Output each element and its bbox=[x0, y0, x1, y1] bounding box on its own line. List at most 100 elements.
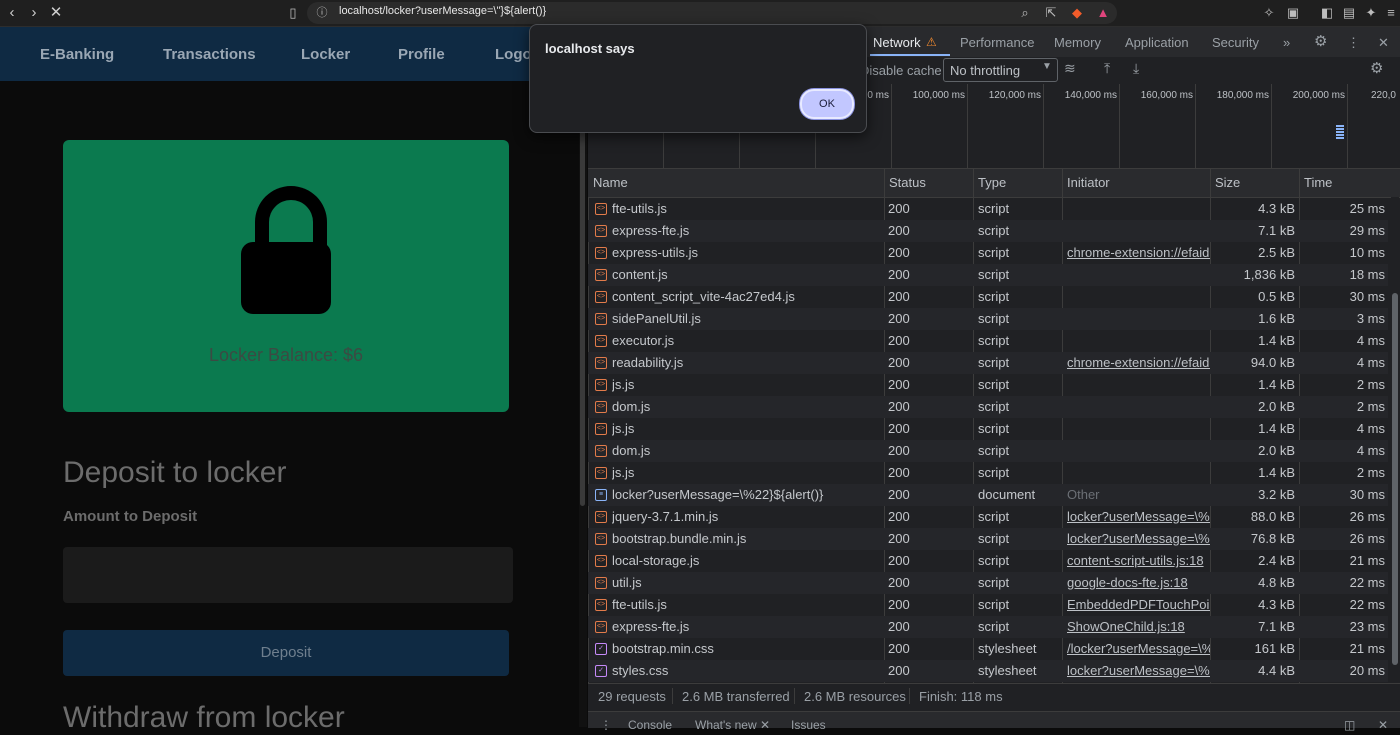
request-initiator[interactable]: ShowOneChild.js:18 bbox=[1067, 619, 1210, 634]
request-initiator[interactable]: google-docs-fte.js:18 bbox=[1067, 575, 1210, 590]
request-row[interactable]: ✓ bootstrap.min.css 200 stylesheet/locker?u… bbox=[588, 638, 1388, 660]
request-row[interactable]: <> js.js 200 script 1.4 kB 2 ms bbox=[588, 374, 1388, 396]
zoom-icon[interactable]: ⌕ bbox=[1016, 4, 1034, 22]
sidebar-icon[interactable]: ◧ bbox=[1318, 4, 1336, 22]
request-initiator[interactable]: content-script-utils.js:18 bbox=[1067, 553, 1210, 568]
share-icon[interactable]: ⇱ bbox=[1042, 4, 1060, 22]
request-row[interactable]: <> bootstrap.bundle.min.js 200 script locker… bbox=[588, 528, 1388, 550]
drawer-menu-icon[interactable]: ⋮ bbox=[600, 718, 612, 732]
back-button[interactable]: ‹ bbox=[2, 3, 22, 23]
deposit-button[interactable]: Deposit bbox=[63, 630, 509, 676]
request-row[interactable]: <> fte-utils.js 200 script 4.3 kB 25 ms bbox=[588, 198, 1388, 220]
request-size: 161 kB bbox=[1254, 641, 1295, 656]
request-row[interactable]: <> fte-utils.js 200 script EmbeddedPDFTouchP… bbox=[588, 594, 1388, 616]
site-info-icon[interactable]: ⓘ bbox=[313, 4, 331, 22]
bookmark-icon[interactable]: ▯ bbox=[284, 4, 302, 22]
script-file-icon: <> bbox=[595, 621, 607, 633]
network-conditions-icon[interactable]: ≋ bbox=[1064, 60, 1076, 77]
column-header-initiator[interactable]: Initiator bbox=[1067, 175, 1110, 190]
stylesheet-icon: ✓ bbox=[595, 643, 607, 655]
request-initiator[interactable]: /locker?userMessage=\%2 bbox=[1067, 641, 1210, 656]
page-scroll-thumb[interactable] bbox=[580, 81, 585, 506]
column-header-type[interactable]: Type bbox=[978, 175, 1006, 190]
request-row[interactable]: <> local-storage.js 200 script content-scrip… bbox=[588, 550, 1388, 572]
request-row[interactable]: <> util.js 200 script google-docs-fte.js:18 4… bbox=[588, 572, 1388, 594]
kebab-menu-icon[interactable]: ⋮ bbox=[1347, 35, 1360, 51]
forward-button[interactable]: › bbox=[24, 3, 44, 23]
timeline-gridline bbox=[891, 84, 892, 168]
disable-cache-label[interactable]: Disable cache bbox=[860, 63, 942, 78]
dock-drawer-icon[interactable]: ◫ bbox=[1344, 718, 1355, 732]
nav-link-e-banking[interactable]: E-Banking bbox=[40, 46, 114, 63]
tab-application[interactable]: Application bbox=[1125, 35, 1189, 50]
request-row[interactable]: <> jquery-3.7.1.min.js 200 script locker?use… bbox=[588, 506, 1388, 528]
request-row[interactable]: <> dom.js 200 script 2.0 kB 4 ms bbox=[588, 440, 1388, 462]
request-initiator[interactable]: locker?userMessage=\%22 bbox=[1067, 663, 1210, 678]
leo-ai-icon[interactable]: ✦ bbox=[1362, 4, 1380, 22]
request-row[interactable]: <> express-utils.js 200 script chrome-extens… bbox=[588, 242, 1388, 264]
request-row[interactable]: <> dom.js 200 script 2.0 kB 2 ms bbox=[588, 396, 1388, 418]
nav-link-profile[interactable]: Profile bbox=[398, 46, 445, 63]
close-drawer-icon[interactable]: ✕ bbox=[1378, 718, 1388, 732]
brave-shields-icon[interactable]: ◆ bbox=[1068, 4, 1086, 22]
request-time: 4 ms bbox=[1356, 421, 1385, 436]
more-tabs-icon[interactable]: » bbox=[1283, 35, 1290, 50]
request-row[interactable]: <> content_script_vite-4ac27ed4.js 200 scri… bbox=[588, 286, 1388, 308]
request-row[interactable]: <> express-fte.js 200 script 7.1 kB 29 ms bbox=[588, 220, 1388, 242]
request-status: 200 bbox=[888, 311, 910, 326]
request-row[interactable]: <> executor.js 200 script 1.4 kB 4 ms bbox=[588, 330, 1388, 352]
column-header-size[interactable]: Size bbox=[1215, 175, 1240, 190]
request-initiator[interactable]: EmbeddedPDFTouchPoint bbox=[1067, 597, 1210, 612]
timeline-gridline bbox=[1271, 84, 1272, 168]
timeline-gridline bbox=[1195, 84, 1196, 168]
request-row[interactable]: <> sidePanelUtil.js 200 script 1.6 kB 3 ms bbox=[588, 308, 1388, 330]
drawer-tab-issues[interactable]: Issues bbox=[791, 718, 826, 732]
extensions-icon[interactable]: ✧ bbox=[1260, 4, 1278, 22]
requests-scroll-thumb[interactable] bbox=[1392, 293, 1398, 665]
request-row[interactable]: <> js.js 200 script 1.4 kB 4 ms bbox=[588, 418, 1388, 440]
request-type: script bbox=[978, 553, 1010, 568]
request-size: 4.8 kB bbox=[1258, 575, 1295, 590]
export-har-icon[interactable]: ⤓ bbox=[1133, 60, 1139, 77]
script-file-icon: <> bbox=[595, 511, 607, 523]
column-header-name[interactable]: Name bbox=[593, 175, 628, 190]
wallet-icon[interactable]: ▤ bbox=[1340, 4, 1358, 22]
request-type: script bbox=[978, 619, 1010, 634]
request-row[interactable]: ≡ locker?userMessage=\%22}${alert()} 200 do… bbox=[588, 484, 1388, 506]
tab-performance[interactable]: Performance bbox=[960, 35, 1034, 50]
request-initiator[interactable]: locker?userMessage=\%22 bbox=[1067, 531, 1210, 546]
settings-gear-icon[interactable]: ⚙ bbox=[1314, 32, 1327, 50]
nav-link-logout[interactable]: Logo bbox=[495, 46, 532, 63]
request-type: stylesheet bbox=[978, 641, 1037, 656]
reading-list-icon[interactable]: ▣ bbox=[1284, 4, 1302, 22]
import-har-icon[interactable]: ⤒ bbox=[1104, 60, 1110, 77]
request-initiator[interactable]: locker?userMessage=\%22 bbox=[1067, 509, 1210, 524]
column-header-time[interactable]: Time bbox=[1304, 175, 1332, 190]
tab-network[interactable]: Network bbox=[873, 35, 921, 50]
request-row[interactable]: <> readability.js 200 script chrome-extensio… bbox=[588, 352, 1388, 374]
request-name: readability.js bbox=[612, 355, 684, 370]
brave-rewards-icon[interactable]: ▲ bbox=[1094, 4, 1112, 22]
menu-icon[interactable]: ≡ bbox=[1382, 4, 1400, 22]
request-initiator[interactable]: chrome-extension://efaidn bbox=[1067, 245, 1210, 260]
alert-ok-button[interactable]: OK bbox=[800, 89, 854, 119]
request-row[interactable]: ✓ styles.css 200 stylesheet locker?userMessa… bbox=[588, 660, 1388, 682]
status-divider bbox=[672, 688, 673, 704]
column-header-status[interactable]: Status bbox=[889, 175, 926, 190]
request-status: 200 bbox=[888, 245, 910, 260]
nav-link-transactions[interactable]: Transactions bbox=[163, 46, 256, 63]
request-row[interactable]: <> express-fte.js 200 script ShowOneChild.js… bbox=[588, 616, 1388, 638]
nav-link-locker[interactable]: Locker bbox=[301, 46, 350, 63]
network-settings-gear-icon[interactable]: ⚙ bbox=[1370, 59, 1383, 77]
stop-loading-button[interactable]: ✕ bbox=[46, 3, 66, 23]
request-size: 1,836 kB bbox=[1243, 267, 1295, 282]
tab-security[interactable]: Security bbox=[1212, 35, 1259, 50]
amount-input[interactable] bbox=[63, 547, 513, 603]
close-devtools-icon[interactable]: ✕ bbox=[1378, 35, 1389, 51]
drawer-tab-console[interactable]: Console bbox=[628, 718, 672, 732]
drawer-tab-whats-new[interactable]: What's new ✕ bbox=[695, 718, 770, 732]
request-initiator[interactable]: chrome-extension://efaidn bbox=[1067, 355, 1210, 370]
request-row[interactable]: <> content.js 200 script 1,836 kB 18 ms bbox=[588, 264, 1388, 286]
request-row[interactable]: <> js.js 200 script 1.4 kB 2 ms bbox=[588, 462, 1388, 484]
tab-memory[interactable]: Memory bbox=[1054, 35, 1101, 50]
